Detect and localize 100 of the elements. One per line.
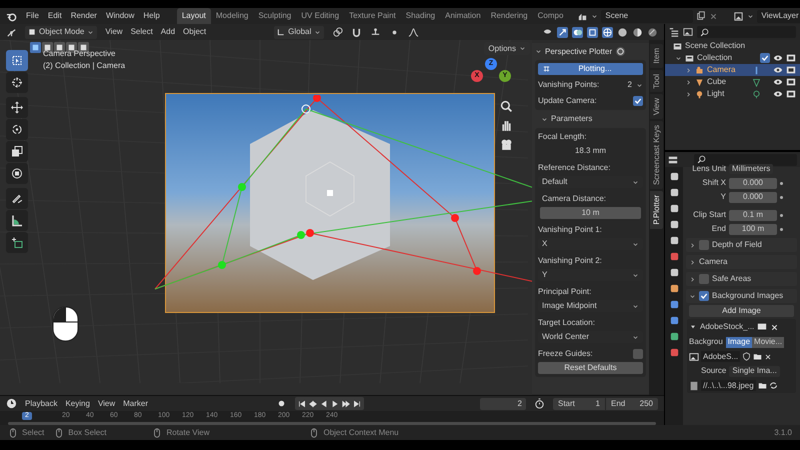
image-file-field[interactable]: AdobeS... [701, 351, 740, 362]
checkbox[interactable] [633, 349, 643, 359]
view-layer-field[interactable]: ViewLayer [757, 10, 800, 22]
menu-item[interactable]: Render [70, 10, 97, 22]
snap-magnet-icon[interactable] [351, 26, 362, 38]
menu-item[interactable]: Help [143, 10, 160, 22]
reload-icon[interactable] [768, 381, 778, 390]
menu-item[interactable]: Object [183, 26, 206, 38]
selection-mode-icon[interactable] [30, 42, 41, 53]
sidebar-tab[interactable]: View [650, 94, 663, 120]
checkbox[interactable] [699, 274, 709, 284]
play-reverse-icon[interactable] [320, 400, 328, 408]
stopwatch-icon[interactable] [534, 398, 545, 409]
file-icon[interactable] [689, 380, 699, 390]
copy-icon[interactable] [696, 11, 706, 21]
folder-icon[interactable] [758, 381, 767, 390]
reset-defaults-button[interactable]: Reset Defaults [538, 362, 643, 374]
file-path-field[interactable]: //..\..\...98.jpeg [701, 380, 756, 391]
checkbox[interactable] [699, 240, 709, 250]
orientation-dropdown[interactable]: Global [274, 26, 324, 38]
menu-item[interactable]: Edit [48, 10, 62, 22]
panel-title[interactable]: Perspective Plotter [545, 46, 612, 58]
chevron-right-icon[interactable] [689, 258, 696, 266]
menu-item[interactable]: Playback [25, 398, 58, 410]
property-tab-icon[interactable] [668, 187, 680, 198]
panel-header[interactable]: Background Images [686, 289, 797, 303]
menu-item[interactable]: Add [160, 26, 176, 38]
property-tab-icon[interactable] [668, 347, 680, 358]
wireframe-shading-icon[interactable] [602, 26, 613, 38]
eye-icon[interactable] [773, 53, 783, 63]
display-icon[interactable] [757, 322, 768, 332]
chevron-down-icon[interactable] [519, 45, 526, 52]
chevron-down-icon[interactable] [632, 240, 639, 248]
playback-controls[interactable] [295, 397, 364, 410]
number-field[interactable]: 0.000 [729, 192, 777, 202]
properties-icon[interactable] [668, 154, 678, 164]
property-tab-icon[interactable] [668, 235, 680, 246]
scene-field[interactable]: Scene [601, 10, 694, 22]
cursor-tool-icon[interactable] [6, 72, 28, 93]
folder-icon[interactable] [753, 352, 762, 361]
workspace-tab[interactable]: Rendering [486, 8, 533, 24]
chevron-down-icon[interactable] [689, 292, 696, 300]
jump-start-icon[interactable] [298, 400, 306, 408]
property-tab-icon[interactable] [668, 203, 680, 214]
close-icon[interactable] [770, 322, 780, 332]
pivot-icon[interactable] [332, 26, 344, 38]
menu-item[interactable]: Window [106, 10, 134, 22]
current-frame-field[interactable]: 2 [480, 398, 526, 410]
menu-item[interactable]: Select [130, 26, 153, 38]
transform-tool-icon[interactable] [6, 163, 28, 184]
scale-tool-icon[interactable] [6, 141, 28, 162]
move-tool-icon[interactable] [6, 97, 28, 118]
number-field[interactable]: 0.000 [729, 178, 777, 188]
workspace-tab[interactable]: Texture Paint [344, 8, 401, 24]
property-tab-icon[interactable] [668, 331, 680, 342]
workspace-tab[interactable]: Animation [440, 8, 486, 24]
add-tool-icon[interactable] [6, 232, 28, 253]
chevron-down-icon[interactable] [675, 54, 682, 62]
blender-logo-icon[interactable] [6, 10, 17, 22]
solid-shading-icon[interactable] [617, 26, 628, 38]
panel-header[interactable]: Safe Areas [686, 272, 797, 286]
timeline-scrollbar[interactable] [8, 422, 656, 425]
source-type-toggle[interactable]: Image [726, 336, 752, 348]
number-field[interactable]: 100 m [729, 224, 777, 234]
help-icon[interactable] [615, 46, 626, 57]
add-image-button[interactable]: Add Image [689, 305, 794, 317]
shield-icon[interactable] [742, 352, 752, 361]
editor-type-icon[interactable] [6, 26, 17, 38]
sidebar-tab[interactable]: P.Plotter [650, 191, 663, 230]
number-field[interactable]: 0.1 m [729, 210, 777, 220]
filter-icon[interactable] [683, 27, 693, 37]
rendered-shading-icon[interactable] [647, 26, 658, 38]
measure-tool-icon[interactable] [6, 210, 28, 231]
workspace-tab[interactable]: Layout [176, 8, 211, 24]
start-frame-field[interactable]: Start 1 [553, 398, 605, 410]
chevron-down-icon[interactable] [535, 48, 542, 55]
menu-item[interactable]: View [98, 398, 116, 410]
panel-header[interactable]: Camera [686, 255, 797, 269]
checkbox[interactable] [633, 96, 643, 106]
number-field[interactable]: 10 m [540, 207, 641, 219]
sidebar-tab[interactable]: Item [650, 44, 663, 68]
workspace-tab[interactable]: Sculpting [253, 8, 296, 24]
zoom-icon[interactable] [500, 100, 513, 113]
plotting-button[interactable]: Plotting... [538, 63, 643, 75]
menu-item[interactable]: View [105, 26, 123, 38]
checkbox[interactable] [699, 291, 709, 301]
falloff-curve-icon[interactable] [408, 26, 420, 38]
checkbox[interactable] [760, 53, 770, 63]
sidebar-tab[interactable]: Screencast Keys [650, 121, 663, 190]
property-tab-icon[interactable] [668, 267, 680, 278]
menu-item[interactable]: Keying [65, 398, 90, 410]
chevron-down-icon[interactable] [632, 178, 639, 186]
search-field[interactable] [697, 26, 796, 38]
workspace-tab[interactable]: UV Editing [296, 8, 344, 24]
chevron-down-icon[interactable] [541, 116, 548, 122]
material-shading-icon[interactable] [632, 26, 643, 38]
workspace-tab[interactable]: Compo [532, 8, 568, 24]
outliner-row[interactable]: Camera [665, 64, 800, 76]
jump-end-icon[interactable] [353, 400, 362, 408]
view-layer-icon[interactable] [733, 10, 744, 22]
